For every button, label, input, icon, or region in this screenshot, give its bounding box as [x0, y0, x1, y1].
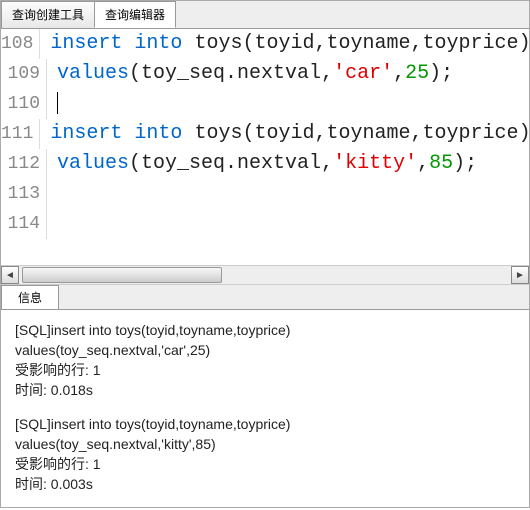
top-tab-bar: 查询创建工具 查询编辑器: [1, 1, 529, 29]
result-line-sql2: values(toy_seq.nextval,'car',25): [15, 340, 515, 360]
sql-editor[interactable]: 108insert into toys(toyid,toyname,toypri…: [1, 29, 529, 265]
result-block: [SQL]insert into toys(toyid,toyname,toyp…: [15, 414, 515, 494]
results-panel: [SQL]insert into toys(toyid,toyname,toyp…: [1, 310, 529, 510]
result-block: [SQL]insert into toys(toyid,toyname,toyp…: [15, 320, 515, 400]
line-number: 108: [1, 29, 40, 59]
token-punct: ): [519, 122, 529, 145]
token-punct: (: [129, 152, 141, 175]
token-kw: insert into: [50, 32, 182, 55]
token-ident: toy_seq.nextval: [141, 152, 321, 175]
line-code[interactable]: [47, 89, 58, 119]
line-code[interactable]: values(toy_seq.nextval,'kitty',85);: [47, 149, 477, 179]
result-line-affected: 受影响的行: 1: [15, 454, 515, 474]
token-punct: ,: [321, 152, 333, 175]
line-code[interactable]: values(toy_seq.nextval,'car',25);: [47, 59, 453, 89]
token-punct: ,: [411, 122, 423, 145]
token-num: 25: [405, 62, 429, 85]
token-punct: ,: [321, 62, 333, 85]
token-ident: toyid: [254, 32, 314, 55]
editor-line[interactable]: 113: [1, 179, 529, 209]
line-number: 111: [1, 119, 40, 149]
scroll-thumb[interactable]: [22, 267, 222, 283]
token-punct: (: [242, 122, 254, 145]
token-ident: toyname: [327, 122, 411, 145]
token-kw: values: [57, 152, 129, 175]
result-line-time: 时间: 0.003s: [15, 474, 515, 494]
editor-line[interactable]: 108insert into toys(toyid,toyname,toypri…: [1, 29, 529, 59]
line-code[interactable]: [47, 209, 57, 239]
result-line-sql2: values(toy_seq.nextval,'kitty',85): [15, 434, 515, 454]
token-kw: insert into: [50, 122, 182, 145]
result-line-time: 时间: 0.018s: [15, 380, 515, 400]
token-punct: );: [429, 62, 453, 85]
token-punct: (: [242, 32, 254, 55]
token-ident: toyname: [327, 32, 411, 55]
token-ident: toyprice: [423, 32, 519, 55]
line-number: 114: [1, 209, 47, 239]
line-number: 113: [1, 179, 47, 209]
result-line-sql1: [SQL]insert into toys(toyid,toyname,toyp…: [15, 414, 515, 434]
token-ident: toyid: [254, 122, 314, 145]
line-code[interactable]: insert into toys(toyid,toyname,toyprice): [40, 119, 529, 149]
token-ident: toyprice: [423, 122, 519, 145]
scroll-right-icon[interactable]: ►: [511, 266, 529, 284]
editor-hscrollbar[interactable]: ◄ ►: [1, 265, 529, 285]
tab-info[interactable]: 信息: [1, 285, 59, 309]
token-str: 'car': [333, 62, 393, 85]
token-punct: ,: [417, 152, 429, 175]
token-punct: (: [129, 62, 141, 85]
editor-line[interactable]: 112values(toy_seq.nextval,'kitty',85);: [1, 149, 529, 179]
bottom-tab-bar: 信息: [1, 285, 529, 310]
token-punct: ,: [315, 122, 327, 145]
result-line-sql1: [SQL]insert into toys(toyid,toyname,toyp…: [15, 320, 515, 340]
token-ident: toys: [194, 122, 242, 145]
line-number: 110: [1, 89, 47, 119]
scroll-track[interactable]: [20, 266, 510, 284]
tab-query-builder[interactable]: 查询创建工具: [1, 1, 95, 28]
token-punct: ,: [411, 32, 423, 55]
tab-query-editor[interactable]: 查询编辑器: [94, 1, 176, 28]
line-number: 109: [1, 59, 47, 89]
token-punct: ,: [315, 32, 327, 55]
token-punct: ): [519, 32, 529, 55]
token-ident: toy_seq.nextval: [141, 62, 321, 85]
result-line-affected: 受影响的行: 1: [15, 360, 515, 380]
line-code[interactable]: [47, 179, 57, 209]
token-punct: ,: [393, 62, 405, 85]
token-num: 85: [429, 152, 453, 175]
scroll-left-icon[interactable]: ◄: [1, 266, 19, 284]
editor-line[interactable]: 109values(toy_seq.nextval,'car',25);: [1, 59, 529, 89]
token-str: 'kitty': [333, 152, 417, 175]
editor-line[interactable]: 110: [1, 89, 529, 119]
token-punct: );: [453, 152, 477, 175]
editor-line[interactable]: 111insert into toys(toyid,toyname,toypri…: [1, 119, 529, 149]
line-code[interactable]: insert into toys(toyid,toyname,toyprice): [40, 29, 529, 59]
text-cursor: [57, 92, 58, 114]
line-number: 112: [1, 149, 47, 179]
editor-line[interactable]: 114: [1, 209, 529, 239]
token-kw: values: [57, 62, 129, 85]
token-ident: toys: [194, 32, 242, 55]
